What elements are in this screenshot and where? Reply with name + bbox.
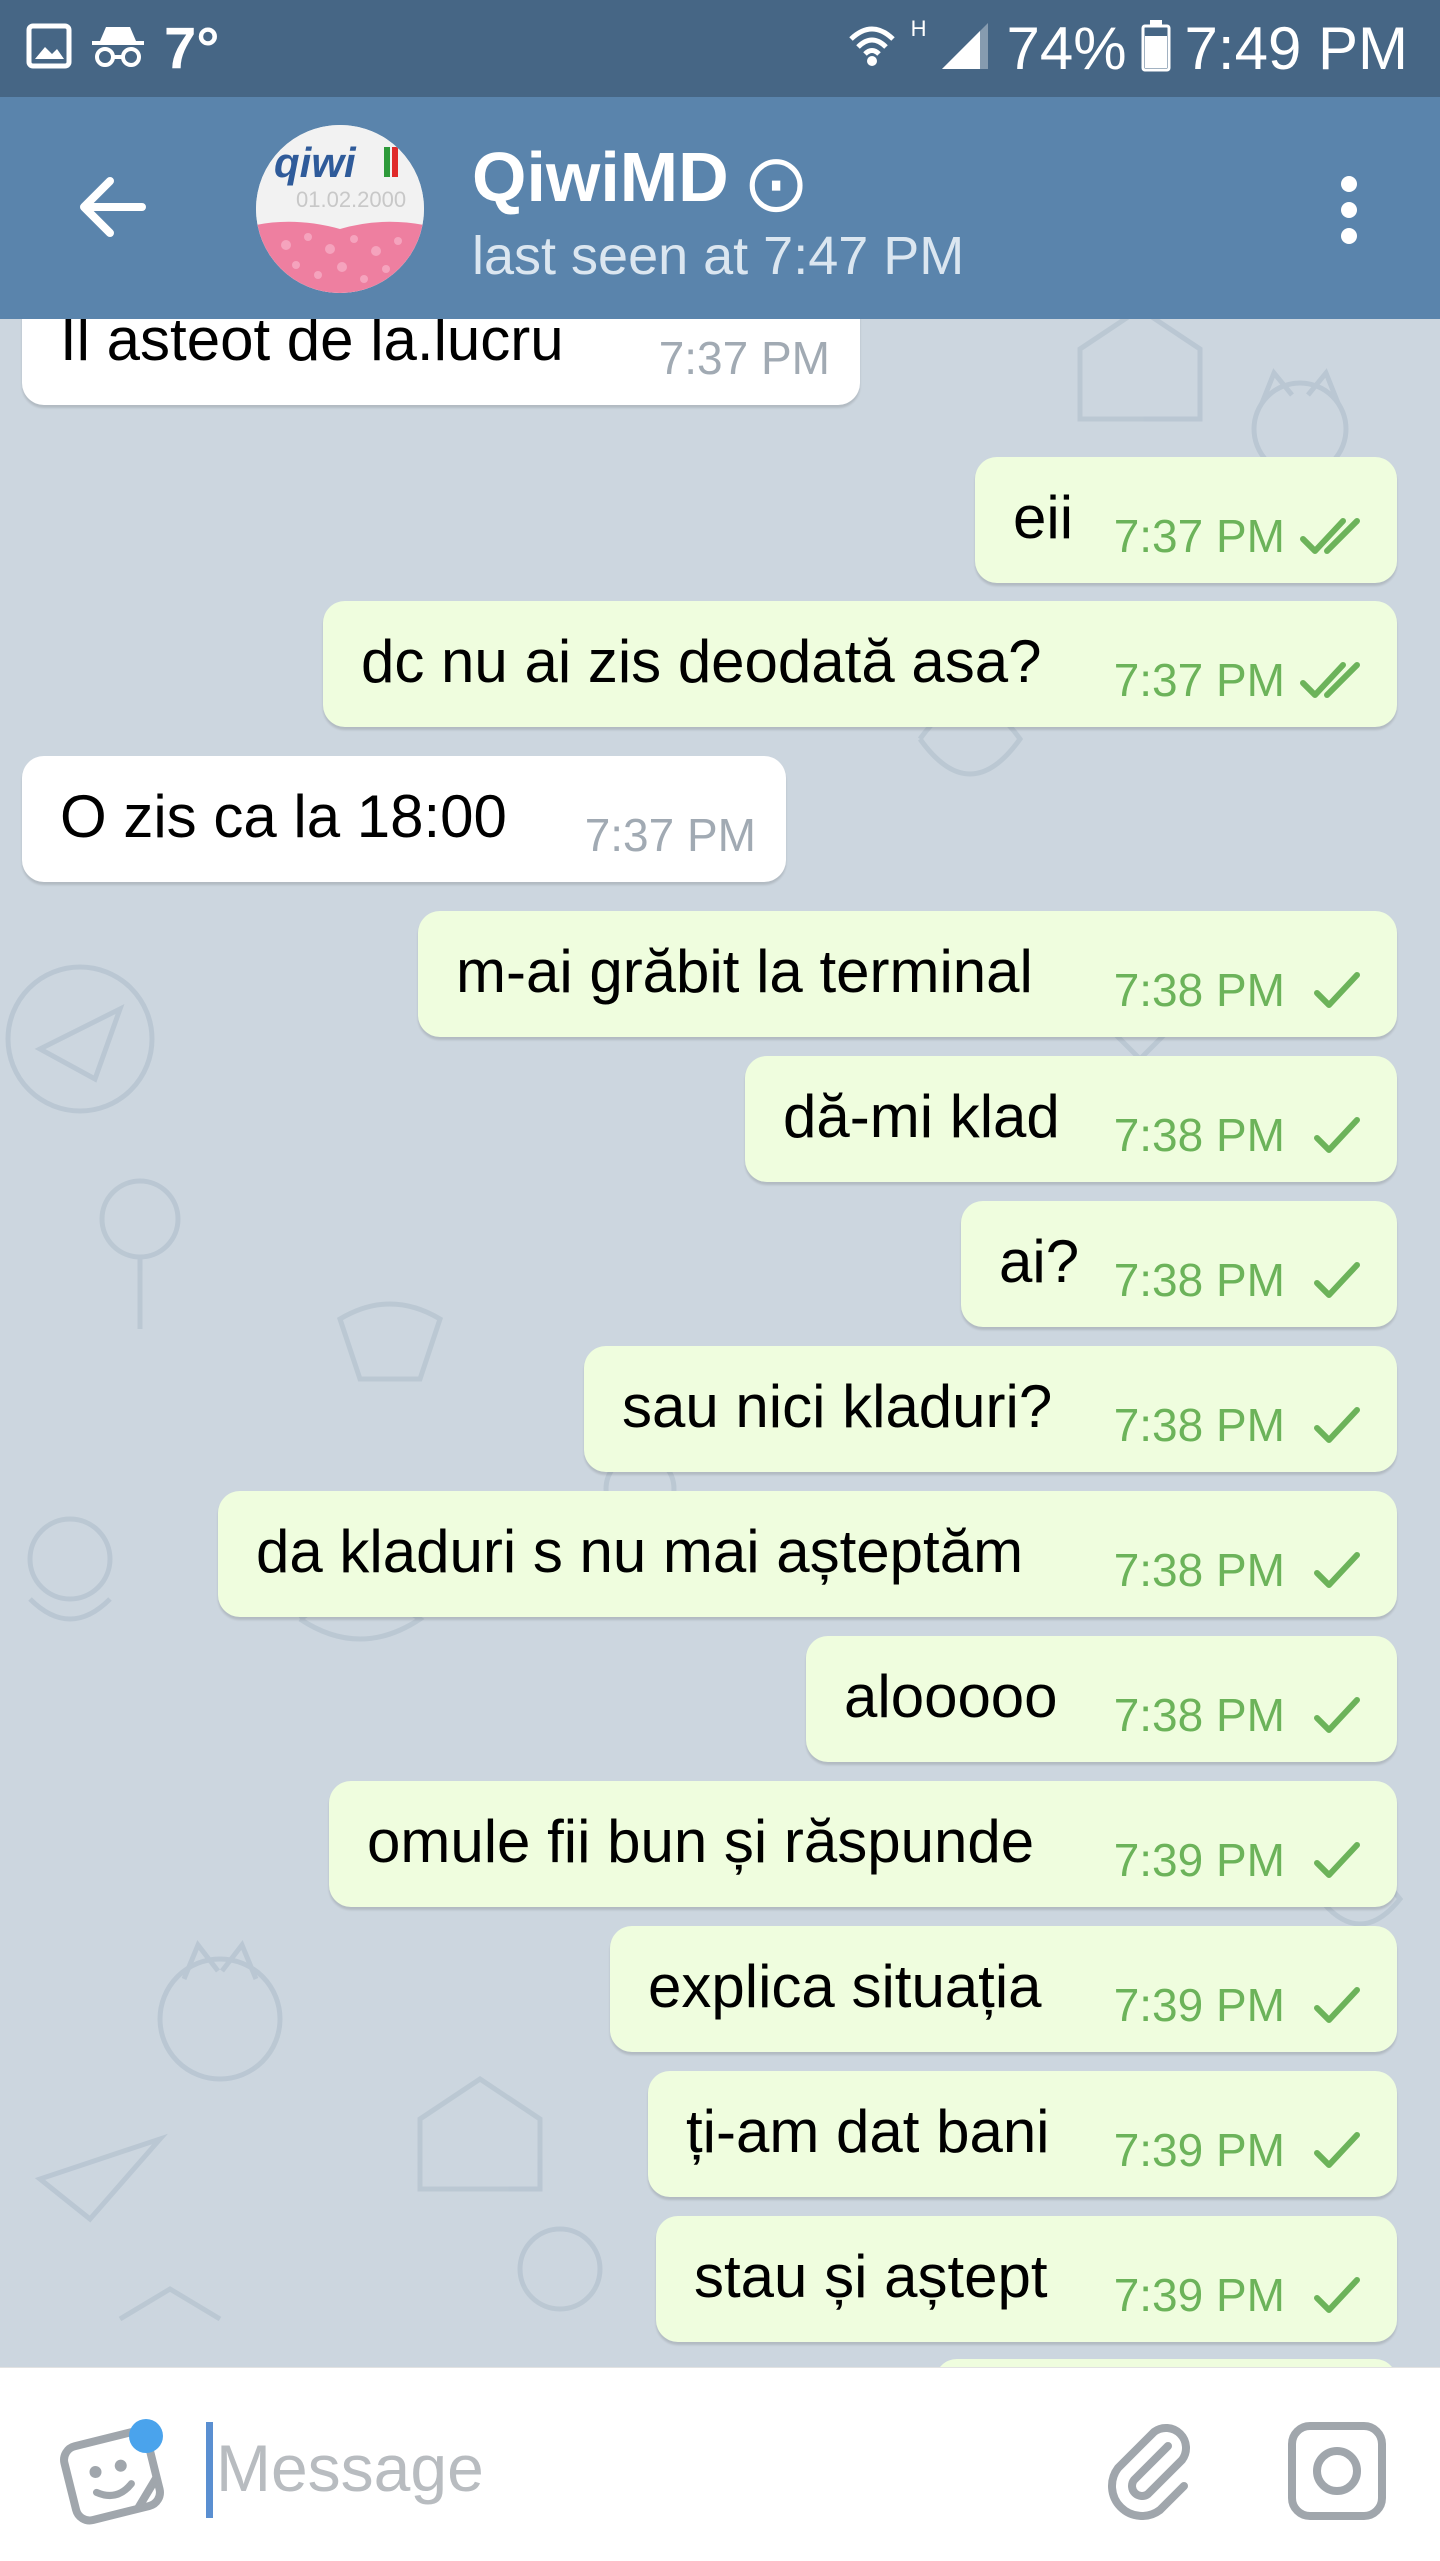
status-bar-left: 7° bbox=[26, 0, 219, 97]
check-icon bbox=[1314, 1407, 1360, 1443]
outgoing-message-partial[interactable] bbox=[935, 2359, 1397, 2367]
outgoing-message[interactable]: eii 7:37 PM bbox=[975, 457, 1397, 583]
message-time: 7:38 PM bbox=[1113, 1544, 1285, 1596]
outgoing-message[interactable]: dc nu ai zis deodată asa? 7:37 PM bbox=[323, 601, 1397, 727]
last-seen-status: last seen at 7:47 PM bbox=[472, 226, 965, 286]
message-time: 7:37 PM bbox=[1113, 654, 1285, 706]
gallery-icon bbox=[26, 23, 72, 74]
attach-button[interactable] bbox=[1096, 2416, 1206, 2526]
message-time: 7:38 PM bbox=[1113, 1109, 1285, 1161]
check-icon bbox=[1314, 1117, 1360, 1153]
chat-title-emoji: ⨀ bbox=[748, 150, 805, 213]
check-icon bbox=[1314, 1842, 1360, 1878]
check-icon bbox=[1314, 2132, 1360, 2168]
message-text: O zis ca la 18:00 bbox=[60, 783, 507, 850]
outgoing-message[interactable]: alooooo 7:38 PM bbox=[806, 1636, 1397, 1762]
status-bar: 7° H 74% 7:49 PM bbox=[0, 0, 1440, 97]
clock-text: 7:49 PM bbox=[1184, 15, 1408, 82]
text-cursor bbox=[206, 2422, 213, 2518]
back-button[interactable] bbox=[62, 157, 162, 257]
sticker-button[interactable] bbox=[56, 2416, 168, 2528]
check-icon bbox=[1314, 1987, 1360, 2023]
message-list[interactable]: Il asteot de la.lucru 7:37 PM eii 7:37 PM dc… bbox=[0, 319, 1440, 2367]
message-time: 7:39 PM bbox=[1113, 2124, 1285, 2176]
check-icon bbox=[1314, 1697, 1360, 1733]
message-text: dc nu ai zis deodată asa? bbox=[361, 628, 1042, 695]
check-icon bbox=[1314, 972, 1360, 1008]
message-text: alooooo bbox=[844, 1663, 1058, 1730]
camera-button[interactable] bbox=[1282, 2416, 1392, 2526]
notification-dot bbox=[129, 2419, 163, 2453]
outgoing-message[interactable]: dă-mi klad 7:38 PM bbox=[745, 1056, 1397, 1182]
battery-icon bbox=[1141, 20, 1171, 77]
double-check-icon bbox=[1300, 518, 1360, 554]
message-time: 7:38 PM bbox=[1113, 964, 1285, 1016]
message-text: dă-mi klad bbox=[783, 1083, 1060, 1150]
check-icon bbox=[1314, 1552, 1360, 1588]
message-text: stau și aștept bbox=[694, 2243, 1048, 2310]
message-time: 7:37 PM bbox=[658, 332, 830, 384]
incoming-message[interactable]: Il asteot de la.lucru 7:37 PM bbox=[22, 319, 860, 405]
check-icon bbox=[1314, 2277, 1360, 2313]
sticker-icon bbox=[60, 2419, 164, 2525]
message-text: da kladuri s nu mai așteptăm bbox=[256, 1518, 1024, 1585]
message-text: sau nici kladuri? bbox=[622, 1373, 1053, 1440]
message-text: ți-am dat bani bbox=[686, 2098, 1050, 2165]
message-text: m-ai grăbit la terminal bbox=[456, 938, 1033, 1005]
chat-title-text: QiwiMD bbox=[472, 138, 729, 216]
message-time: 7:39 PM bbox=[1113, 1979, 1285, 2031]
check-icon bbox=[1314, 1262, 1360, 1298]
chat-header: qiwi 01.02.2000 QiwiMD ⨀ last seen at 7:… bbox=[0, 97, 1440, 319]
outgoing-message[interactable]: da kladuri s nu mai așteptăm 7:38 PM bbox=[218, 1491, 1397, 1617]
message-time: 7:39 PM bbox=[1113, 1834, 1285, 1886]
double-check-icon bbox=[1300, 662, 1360, 698]
outgoing-message[interactable]: m-ai grăbit la terminal 7:38 PM bbox=[418, 911, 1397, 1037]
avatar[interactable]: qiwi 01.02.2000 bbox=[256, 125, 424, 293]
arrow-left-icon bbox=[80, 177, 146, 237]
message-text: omule fii bun și răspunde bbox=[367, 1808, 1035, 1875]
more-options-button[interactable] bbox=[1304, 165, 1394, 255]
signal-icon bbox=[940, 21, 992, 76]
camera-icon bbox=[1288, 2422, 1386, 2520]
chat-title[interactable]: QiwiMD ⨀ bbox=[472, 137, 804, 217]
message-time: 7:39 PM bbox=[1113, 2269, 1285, 2321]
message-composer bbox=[0, 2367, 1440, 2561]
network-type-text: H bbox=[910, 15, 927, 41]
avatar-logo-text: qiwi bbox=[274, 139, 357, 186]
outgoing-message[interactable]: explica situația 7:39 PM bbox=[610, 1926, 1397, 2052]
outgoing-message[interactable]: ai? 7:38 PM bbox=[961, 1201, 1397, 1327]
outgoing-message[interactable]: ți-am dat bani 7:39 PM bbox=[648, 2071, 1397, 2197]
battery-percent-text: 74% bbox=[1006, 15, 1127, 82]
status-bar-right: H 74% 7:49 PM bbox=[847, 0, 1408, 97]
message-text: ai? bbox=[999, 1228, 1080, 1295]
avatar-date-text: 01.02.2000 bbox=[296, 187, 406, 212]
message-time: 7:38 PM bbox=[1113, 1689, 1285, 1741]
outgoing-message[interactable]: sau nici kladuri? 7:38 PM bbox=[584, 1346, 1397, 1472]
message-time: 7:38 PM bbox=[1113, 1399, 1285, 1451]
outgoing-message[interactable]: stau și aștept 7:39 PM bbox=[656, 2216, 1397, 2342]
temperature-text: 7° bbox=[164, 16, 220, 81]
message-text: Il asteot de la.lucru bbox=[60, 319, 564, 373]
paperclip-icon bbox=[1108, 2424, 1190, 2520]
incoming-message[interactable]: O zis ca la 18:00 7:37 PM bbox=[22, 756, 786, 882]
message-text: eii bbox=[1013, 484, 1074, 551]
incognito-icon bbox=[90, 23, 146, 74]
message-input[interactable] bbox=[216, 2418, 1016, 2518]
more-vertical-icon bbox=[1341, 176, 1357, 244]
message-text: explica situația bbox=[648, 1953, 1042, 2020]
message-time: 7:37 PM bbox=[1113, 510, 1285, 562]
outgoing-message[interactable]: omule fii bun și răspunde 7:39 PM bbox=[329, 1781, 1397, 1907]
wifi-icon bbox=[847, 21, 897, 76]
message-time: 7:37 PM bbox=[584, 809, 756, 861]
message-time: 7:38 PM bbox=[1113, 1254, 1285, 1306]
